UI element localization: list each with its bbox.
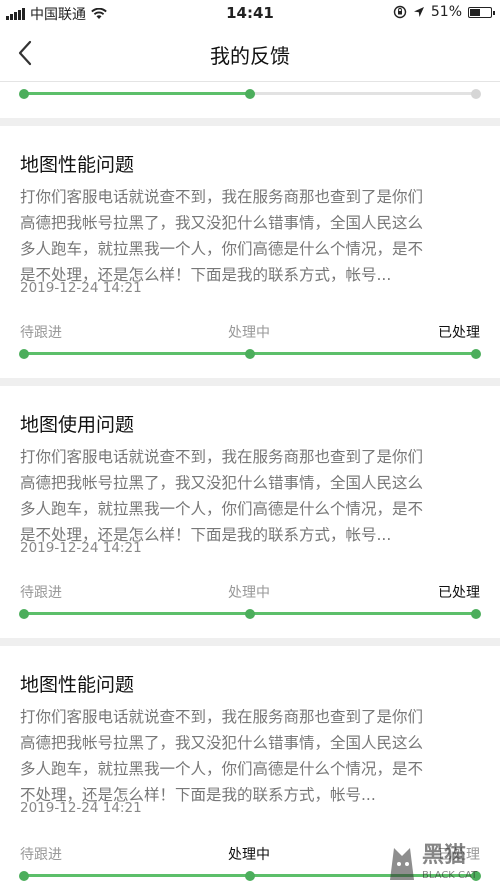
feedback-title: 地图使用问题 <box>20 414 135 436</box>
progress-labels: 待跟进 处理中 已处理 <box>0 582 500 602</box>
progress-step-dot <box>245 88 255 99</box>
feedback-time: 2019-12-24 14:21 <box>20 540 142 556</box>
feedback-content: 打你们客服电话就说查不到，我在服务商那也查到了是你们 高德把我帐号拉黑了，我又没… <box>20 704 480 808</box>
feedback-content-line: 打你们客服电话就说查不到，我在服务商那也查到了是你们 <box>20 448 424 466</box>
feedback-content-line: 多人跑车，就拉黑我一个人，你们高德是什么个情况，是不 <box>20 240 424 258</box>
label-pending: 待跟进 <box>20 847 62 863</box>
progress-step-dot <box>245 348 255 359</box>
feedback-content-line: 高德把我帐号拉黑了，我又没犯什么错事情，全国人民这么 <box>20 474 424 492</box>
feedback-card[interactable]: 地图性能问题 打你们客服电话就说查不到，我在服务商那也查到了是你们 高德把我帐号… <box>0 126 500 378</box>
nav-bar: 我的反馈 <box>0 26 500 82</box>
progress-step-dot <box>471 608 481 619</box>
orientation-lock-icon <box>393 5 407 19</box>
feedback-content-line: 多人跑车，就拉黑我一个人，你们高德是什么个情况，是不 <box>20 500 424 518</box>
feedback-time: 2019-12-24 14:21 <box>20 280 142 296</box>
progress-step-dot <box>19 870 29 881</box>
feedback-content: 打你们客服电话就说查不到，我在服务商那也查到了是你们 高德把我帐号拉黑了，我又没… <box>20 444 480 548</box>
progress-track <box>19 608 481 619</box>
location-arrow-icon <box>413 7 424 17</box>
label-pending: 待跟进 <box>20 325 62 341</box>
page-title: 我的反馈 <box>210 44 290 68</box>
feedback-card[interactable]: 地图使用问题 打你们客服电话就说查不到，我在服务商那也查到了是你们 高德把我帐号… <box>0 386 500 638</box>
progress-step-dot <box>19 348 29 359</box>
progress-step-dot <box>19 88 29 99</box>
feedback-content-line: 打你们客服电话就说查不到，我在服务商那也查到了是你们 <box>20 708 424 726</box>
feedback-card-partial[interactable] <box>0 82 500 118</box>
status-right: 51% <box>393 4 495 20</box>
battery-level <box>470 8 481 16</box>
feedback-content-line: 高德把我帐号拉黑了，我又没犯什么错事情，全国人民这么 <box>20 214 424 232</box>
feedback-content-line: 打你们客服电话就说查不到，我在服务商那也查到了是你们 <box>20 188 424 206</box>
progress-step-dot <box>471 88 481 99</box>
label-processing: 处理中 <box>228 847 270 863</box>
label-done: 已处理 <box>438 325 480 341</box>
feedback-title: 地图性能问题 <box>20 674 135 696</box>
feedback-content-line: 高德把我帐号拉黑了，我又没犯什么错事情，全国人民这么 <box>20 734 424 752</box>
progress-bar-fill <box>24 92 250 95</box>
progress-step-dot <box>19 608 29 619</box>
progress-labels: 待跟进 处理中 已处理 <box>0 322 500 342</box>
status-bar: 中国联通 14:41 51% <box>0 0 500 26</box>
feedback-content: 打你们客服电话就说查不到，我在服务商那也查到了是你们 高德把我帐号拉黑了，我又没… <box>20 184 480 288</box>
watermark-subtext: BLACK CAT <box>422 870 478 881</box>
watermark-text: 黑猫 <box>422 843 466 868</box>
battery-icon <box>468 6 495 18</box>
label-processing: 处理中 <box>228 325 270 341</box>
progress-track <box>19 348 481 359</box>
progress-step-dot <box>245 870 255 881</box>
feedback-content-line: 多人跑车，就拉黑我一个人，你们高德是什么个情况，是不 <box>20 760 424 778</box>
feedback-time: 2019-12-24 14:21 <box>20 800 142 816</box>
label-processing: 处理中 <box>228 585 270 601</box>
battery-percent: 51% <box>430 4 462 20</box>
feedback-title: 地图性能问题 <box>20 154 135 176</box>
progress-step-dot <box>245 608 255 619</box>
label-done: 已处理 <box>438 585 480 601</box>
progress-track <box>19 88 481 99</box>
progress-step-dot <box>471 348 481 359</box>
watermark-logo: 黑猫 BLACK CAT <box>384 832 496 886</box>
label-pending: 待跟进 <box>20 585 62 601</box>
